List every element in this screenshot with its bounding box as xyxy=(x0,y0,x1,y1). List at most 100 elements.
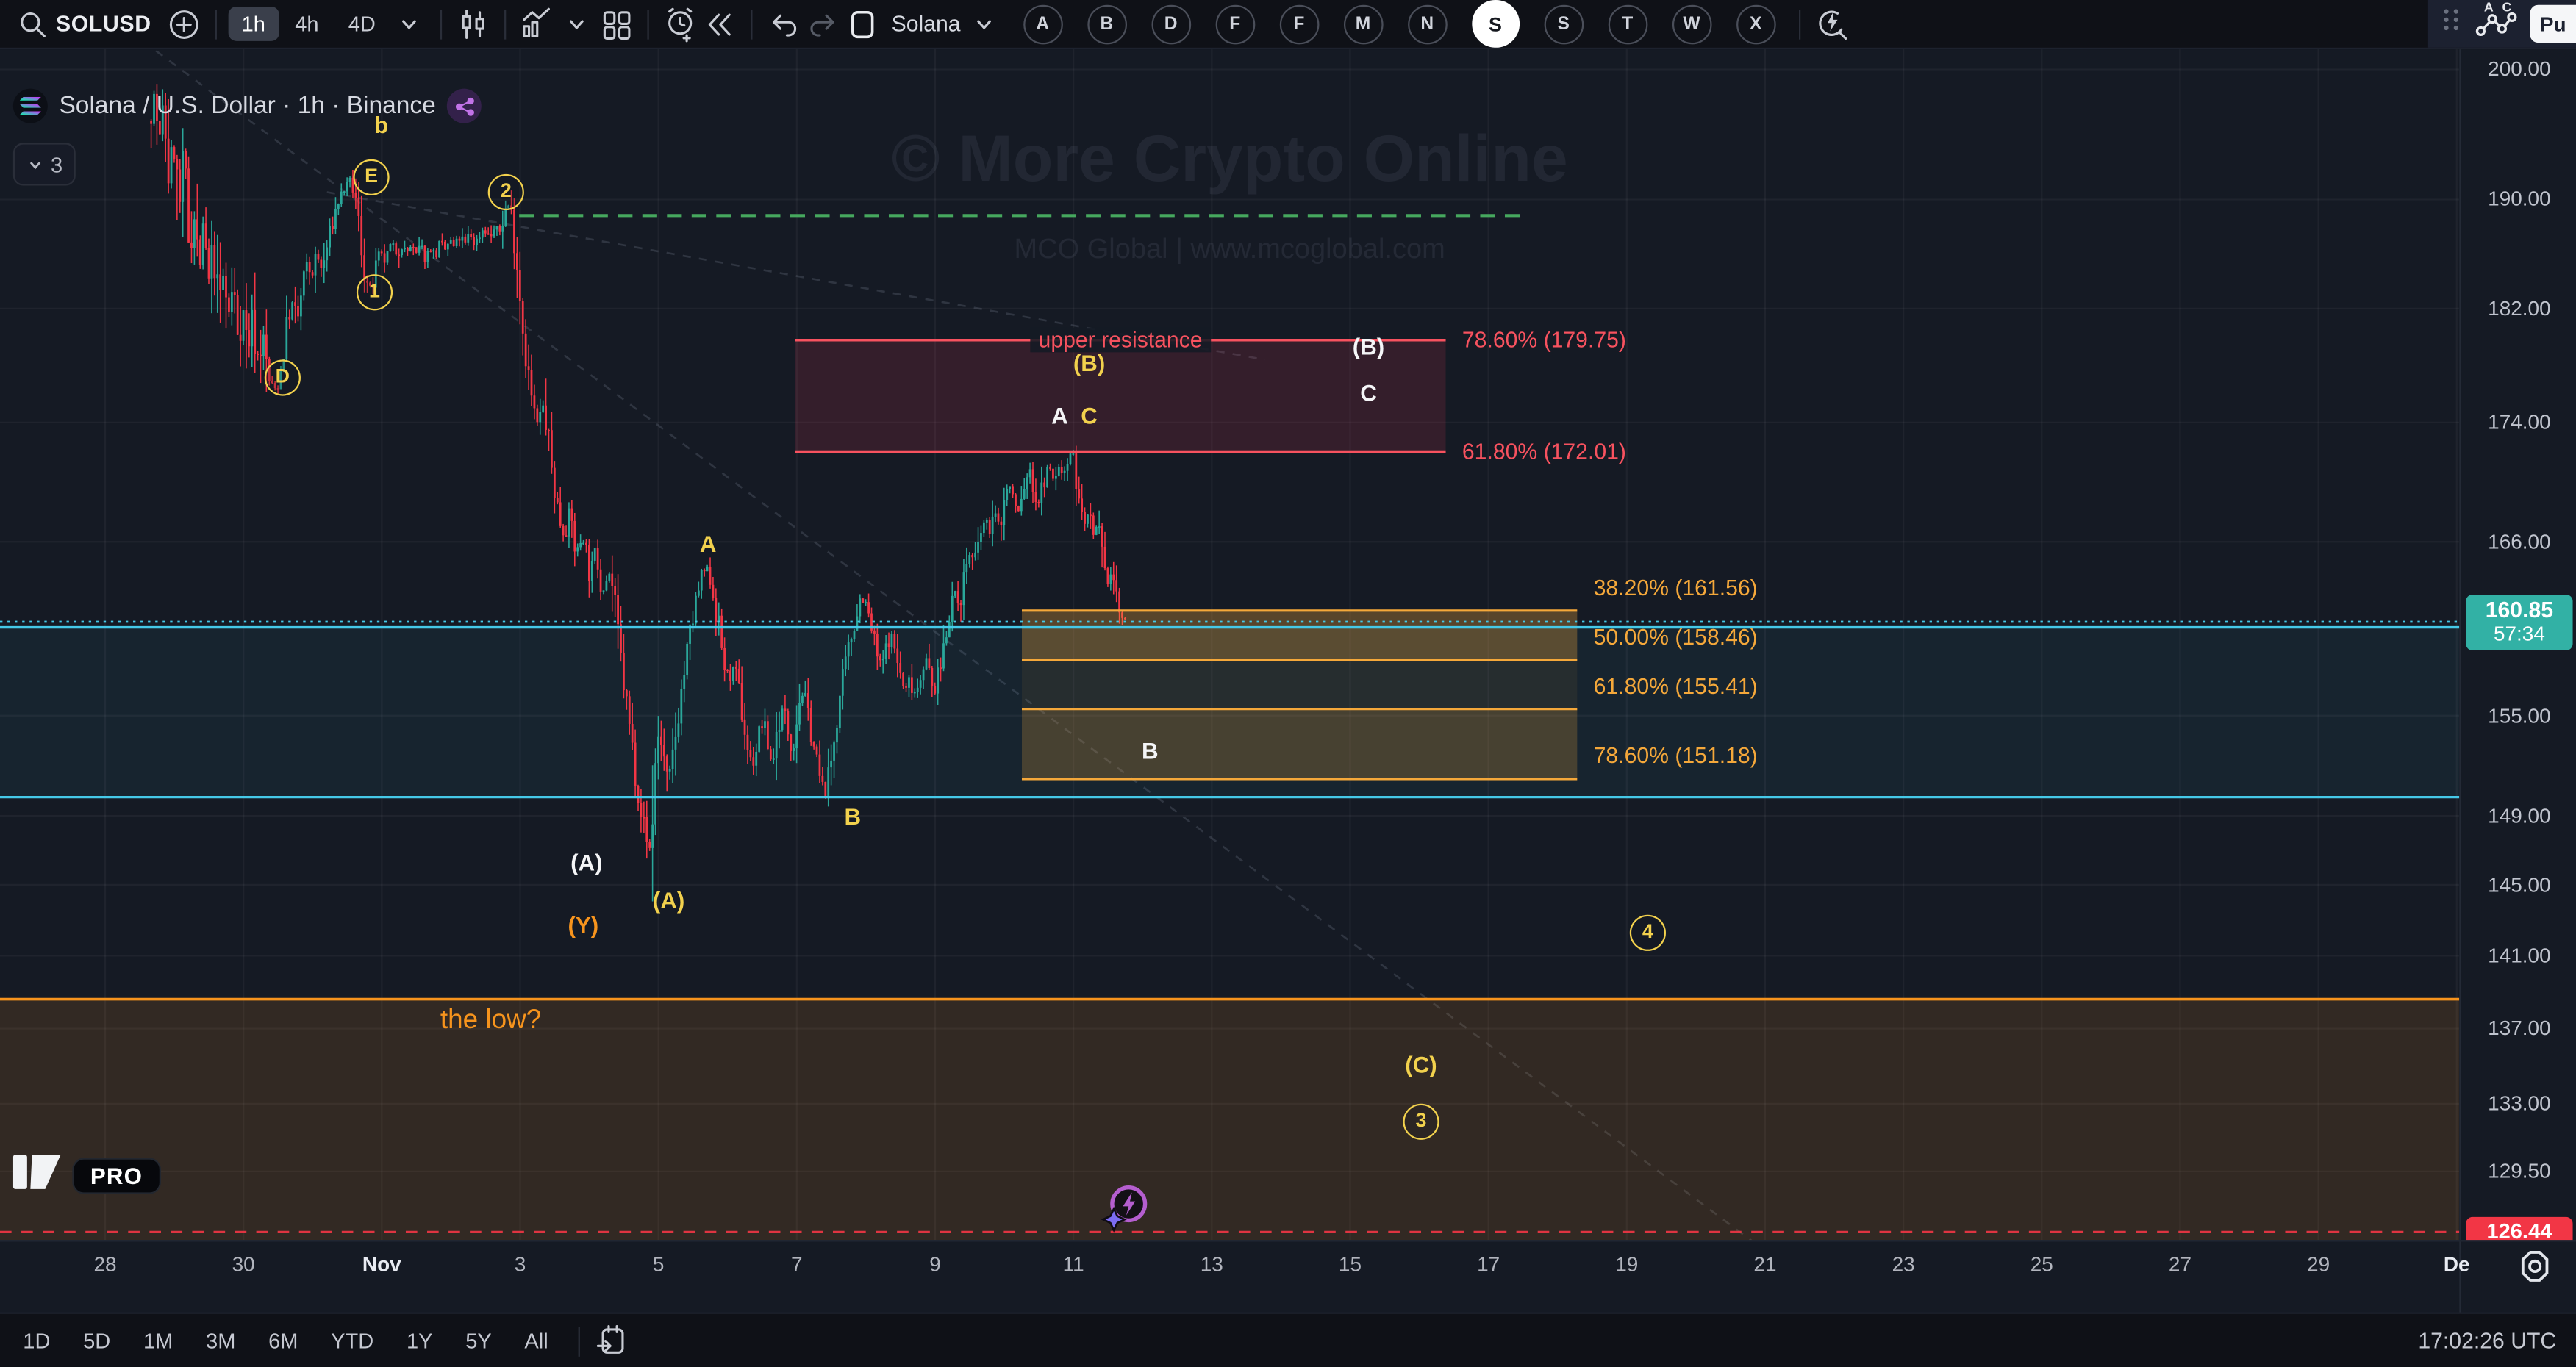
undo-icon[interactable] xyxy=(763,4,803,44)
price-tick-141.00: 141.00 xyxy=(2461,944,2576,967)
range-button-All[interactable]: All xyxy=(508,1322,565,1360)
time-tick-Nov: Nov xyxy=(362,1253,401,1276)
layout-letter-B-1[interactable]: B xyxy=(1087,4,1127,44)
publish-button[interactable]: Pu xyxy=(2530,5,2576,43)
layout-letter-F-4[interactable]: F xyxy=(1279,4,1319,44)
price-tick-155.00: 155.00 xyxy=(2461,704,2576,727)
svg-text:C: C xyxy=(2502,0,2511,15)
price-tick-174.00: 174.00 xyxy=(2461,411,2576,434)
svg-text:A: A xyxy=(2484,0,2494,15)
object-count: 3 xyxy=(51,152,62,177)
layout-letter-S-8[interactable]: S xyxy=(1544,4,1584,44)
layout-letter-T-9[interactable]: T xyxy=(1608,4,1647,44)
layout-name-button[interactable]: Solana xyxy=(892,12,961,37)
range-button-3M[interactable]: 3M xyxy=(190,1322,252,1360)
flash-screener-icon[interactable] xyxy=(1811,4,1851,44)
time-tick-23: 23 xyxy=(1892,1253,1915,1276)
price-tick-129.50: 129.50 xyxy=(2461,1160,2576,1183)
the-low-label[interactable]: the low? xyxy=(440,1006,541,1037)
interval-switcher: 1h4h4D xyxy=(229,7,389,41)
object-tree-collapse-button[interactable]: 3 xyxy=(13,143,76,185)
range-button-YTD[interactable]: YTD xyxy=(315,1322,390,1360)
toolbar-right-panel: AC Pu xyxy=(2428,0,2576,48)
symbol-search-button[interactable]: SOLUSD xyxy=(56,12,151,37)
upper-resistance-label[interactable]: upper resistance xyxy=(1030,328,1210,353)
toolbar-divider xyxy=(750,9,751,38)
layout-letter-A-0[interactable]: A xyxy=(1023,4,1062,44)
toolbar-divider xyxy=(440,9,441,38)
last-price-tag: 160.8557:34 xyxy=(2466,594,2572,650)
range-button-1M[interactable]: 1M xyxy=(127,1322,190,1360)
layout-letter-S-7[interactable]: S xyxy=(1472,0,1520,48)
interval-button-4D[interactable]: 4D xyxy=(335,7,389,41)
symbol-legend: Solana / U.S. Dollar · 1h · Binance xyxy=(13,89,482,123)
price-tick-145.00: 145.00 xyxy=(2461,873,2576,896)
time-tick-11: 11 xyxy=(1063,1253,1084,1276)
auto-pattern-icon[interactable]: AC xyxy=(2474,0,2516,48)
time-tick-21: 21 xyxy=(1753,1253,1776,1276)
chart-pane[interactable]: © More Crypto Online MCO Global | www.mc… xyxy=(0,48,2459,1240)
time-tick-15: 15 xyxy=(1339,1253,1362,1276)
search-icon[interactable] xyxy=(13,4,53,44)
candlestick-plot[interactable] xyxy=(0,48,2459,1240)
price-tick-166.00: 166.00 xyxy=(2461,531,2576,553)
redo-icon[interactable] xyxy=(803,4,842,44)
range-button-1D[interactable]: 1D xyxy=(7,1322,67,1360)
layout-letter-F-3[interactable]: F xyxy=(1215,4,1255,44)
interval-chevron-down-icon[interactable] xyxy=(389,4,429,44)
go-to-date-icon[interactable] xyxy=(593,1321,632,1361)
clock-utc[interactable]: 17:02:26 UTC xyxy=(2418,1329,2576,1354)
compare-add-icon[interactable] xyxy=(165,4,204,44)
price-tick-200.00: 200.00 xyxy=(2461,58,2576,81)
chart-style-candles-icon[interactable] xyxy=(453,4,493,44)
time-tick-7: 7 xyxy=(791,1253,803,1276)
pro-badge: PRO xyxy=(72,1158,160,1194)
layout-grid-icon[interactable] xyxy=(595,4,635,44)
last-price: 160.85 xyxy=(2466,597,2572,622)
alert-icon[interactable] xyxy=(660,4,700,44)
time-tick-30: 30 xyxy=(232,1253,255,1276)
indicators-icon[interactable] xyxy=(517,4,557,44)
share-icon[interactable] xyxy=(447,89,482,123)
drag-handle-icon[interactable] xyxy=(2441,5,2461,43)
time-tick-27: 27 xyxy=(2169,1253,2192,1276)
layout-letter-D-2[interactable]: D xyxy=(1151,4,1191,44)
time-tick-13: 13 xyxy=(1201,1253,1223,1276)
layout-chevron-down-icon[interactable] xyxy=(964,4,1003,44)
bar-countdown: 57:34 xyxy=(2466,622,2572,645)
time-tick-De: De xyxy=(2444,1253,2470,1276)
layout-letter-W-10[interactable]: W xyxy=(1672,4,1711,44)
single-layout-icon[interactable] xyxy=(842,4,882,44)
price-tick-137.00: 137.00 xyxy=(2461,1017,2576,1040)
toolbar-divider xyxy=(215,9,217,38)
interval-button-4h[interactable]: 4h xyxy=(282,7,332,41)
price-axis[interactable]: 200.00190.00182.00174.00166.00155.00149.… xyxy=(2459,48,2576,1240)
tradingview-branding[interactable]: PRO xyxy=(13,1152,161,1201)
time-tick-9: 9 xyxy=(929,1253,941,1276)
legend-title[interactable]: Solana / U.S. Dollar · 1h · Binance xyxy=(59,92,435,120)
bottom-toolbar: 1D5D1M3M6MYTD1Y5YAll 17:02:26 UTC xyxy=(0,1313,2576,1367)
layout-letter-M-5[interactable]: M xyxy=(1343,4,1383,44)
layout-letter-X-11[interactable]: X xyxy=(1736,4,1775,44)
interval-button-1h[interactable]: 1h xyxy=(229,7,279,41)
top-toolbar: SOLUSD 1h4h4D xyxy=(0,0,2576,49)
date-range-buttons: 1D5D1M3M6MYTD1Y5YAll xyxy=(7,1322,565,1360)
layout-letter-N-6[interactable]: N xyxy=(1407,4,1447,44)
range-button-5D[interactable]: 5D xyxy=(67,1322,127,1360)
price-tick-133.00: 133.00 xyxy=(2461,1092,2576,1115)
tradingview-logo-icon xyxy=(13,1152,62,1201)
range-button-5Y[interactable]: 5Y xyxy=(449,1322,508,1360)
toolbar-divider xyxy=(1798,9,1800,38)
range-button-1Y[interactable]: 1Y xyxy=(390,1322,449,1360)
price-tick-182.00: 182.00 xyxy=(2461,297,2576,320)
range-button-6M[interactable]: 6M xyxy=(252,1322,315,1360)
time-tick-17: 17 xyxy=(1477,1253,1500,1276)
time-tick-25: 25 xyxy=(2031,1253,2053,1276)
bar-replay-icon[interactable] xyxy=(699,4,739,44)
time-tick-28: 28 xyxy=(93,1253,116,1276)
chart-settings-gear-icon[interactable] xyxy=(2515,1246,2555,1286)
indicators-chevron-down-icon[interactable] xyxy=(557,4,596,44)
toolbar-divider xyxy=(504,9,505,38)
time-axis[interactable]: 2830Nov357911131517192123252729De xyxy=(0,1240,2576,1314)
toolbar-divider xyxy=(647,9,648,38)
